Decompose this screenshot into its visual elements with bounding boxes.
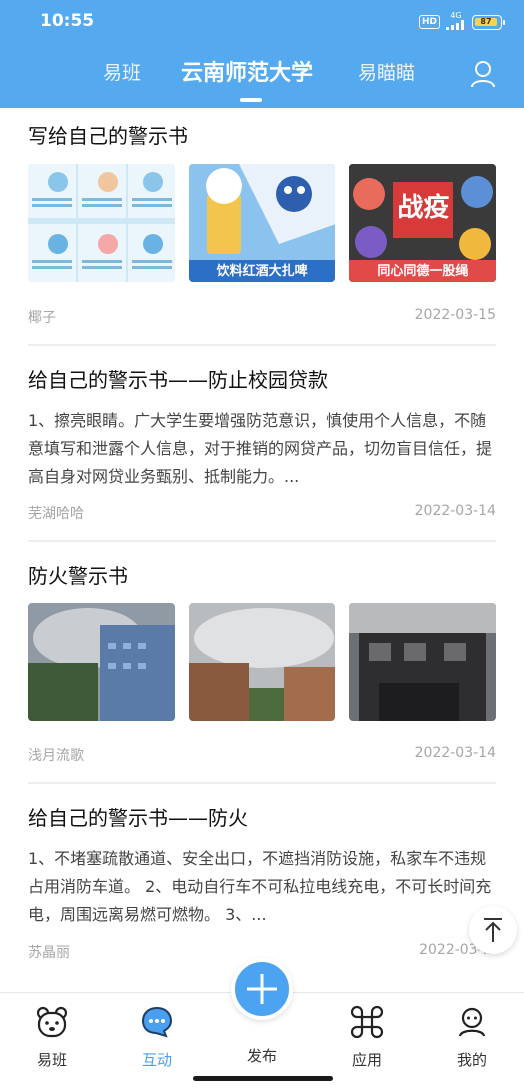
active-tab-indicator <box>240 98 262 102</box>
nav-yingyong[interactable]: 应用 <box>337 1005 397 1070</box>
burned-house-image <box>349 603 497 721</box>
post-author[interactable]: 椰子 <box>28 307 56 327</box>
post-author[interactable]: 浅月流歌 <box>28 745 84 765</box>
app-header: 10:55 HD 4G 87 易班 云南师范大学 易瞄瞄 <box>0 0 524 108</box>
divider <box>28 782 496 784</box>
nav-fabu[interactable]: 发布 <box>232 1045 292 1066</box>
post-date: 2022-03-15 <box>414 307 496 323</box>
post-title: 防火警示书 <box>28 564 128 588</box>
network-type: 4G <box>450 11 462 20</box>
image-caption: 同心同德一股绳 <box>377 264 469 279</box>
signal-icon: 4G <box>446 12 466 32</box>
post-feed[interactable]: 写给自己的警示书 饮料红酒大扎啤 战疫 同心同德一股绳 椰子 2022-03-1… <box>0 108 524 992</box>
post-image[interactable] <box>188 603 336 721</box>
arrow-up-icon <box>484 918 502 942</box>
fire-building-image <box>28 603 175 721</box>
status-time: 10:55 <box>40 11 95 31</box>
plus-icon <box>247 974 277 1004</box>
infographic-image <box>28 164 175 282</box>
post-image[interactable] <box>28 164 175 282</box>
post-title: 写给自己的警示书 <box>28 124 188 148</box>
post-excerpt: 1、擦亮眼睛。广大学生要增强防范意识，慎使用个人信息，不随意填写和泄露个人信息，… <box>28 411 493 486</box>
post-image[interactable] <box>28 603 175 721</box>
tab-ynnu[interactable]: 云南师范大学 <box>181 55 313 87</box>
post-card[interactable]: 防火警示书 <box>28 560 496 589</box>
battery-icon: 87 <box>472 14 505 30</box>
status-bar: 10:55 HD 4G 87 <box>0 0 524 44</box>
post-excerpt: 1、不堵塞疏散通道、安全出口，不遮挡消防设施，私家车不违规占用消防车道。 2、电… <box>28 849 492 924</box>
post-meta: 浅月流歌 2022-03-14 <box>28 745 496 765</box>
signal-bars-icon <box>446 20 464 30</box>
publish-button[interactable] <box>231 958 293 1020</box>
post-images <box>28 603 497 721</box>
post-title: 给自己的警示书——防止校园贷款 <box>28 368 328 392</box>
divider <box>28 540 496 542</box>
command-icon <box>350 1005 384 1039</box>
post-image[interactable]: 战疫 同心同德一股绳 <box>349 164 497 282</box>
battery-level: 87 <box>475 17 497 26</box>
hd-icon: HD <box>418 15 440 29</box>
image-caption: 饮料红酒大扎啤 <box>216 264 308 279</box>
chat-bubble-icon <box>141 1006 173 1038</box>
user-profile-icon[interactable] <box>470 60 496 88</box>
post-date: 2022-03-14 <box>414 503 496 519</box>
poster-title: 战疫 <box>397 193 450 223</box>
divider <box>28 344 496 346</box>
post-image[interactable]: 饮料红酒大扎啤 <box>188 164 336 282</box>
home-indicator[interactable] <box>193 1076 333 1081</box>
post-author[interactable]: 芜湖哈哈 <box>28 503 84 523</box>
person-icon <box>458 1007 486 1037</box>
nav-label: 我的 <box>456 1051 487 1069</box>
post-author[interactable]: 苏晶丽 <box>28 942 70 962</box>
scroll-to-top-button[interactable] <box>469 906 517 954</box>
nav-label: 互动 <box>141 1051 172 1069</box>
post-image[interactable] <box>349 603 497 721</box>
nav-label: 应用 <box>351 1051 382 1069</box>
post-meta: 椰子 2022-03-15 <box>28 307 496 327</box>
post-images: 饮料红酒大扎啤 战疫 同心同德一股绳 <box>28 164 497 282</box>
post-meta: 芜湖哈哈 2022-03-14 <box>28 503 496 523</box>
bear-icon <box>36 1006 68 1038</box>
post-title: 给自己的警示书——防火 <box>28 806 248 830</box>
post-card[interactable]: 写给自己的警示书 <box>28 120 496 149</box>
nav-hudong[interactable]: 互动 <box>127 1005 187 1070</box>
top-tabs: 易班 云南师范大学 易瞄瞄 <box>0 58 524 98</box>
tab-yimiaomiao[interactable]: 易瞄瞄 <box>358 58 415 85</box>
post-card[interactable]: 给自己的警示书——防止校园贷款 1、擦亮眼睛。广大学生要增强防范意识，慎使用个人… <box>28 364 496 491</box>
nav-label: 易班 <box>36 1051 67 1069</box>
nav-label: 发布 <box>246 1047 277 1065</box>
status-icons: HD 4G 87 <box>418 12 505 32</box>
tab-yiban[interactable]: 易班 <box>103 58 141 85</box>
post-card[interactable]: 给自己的警示书——防火 1、不堵塞疏散通道、安全出口，不遮挡消防设施，私家车不违… <box>28 802 496 929</box>
post-date: 2022-03-14 <box>414 745 496 761</box>
nav-yiban[interactable]: 易班 <box>22 1005 82 1070</box>
smoke-campus-image <box>188 603 336 721</box>
nav-wode[interactable]: 我的 <box>442 1005 502 1070</box>
